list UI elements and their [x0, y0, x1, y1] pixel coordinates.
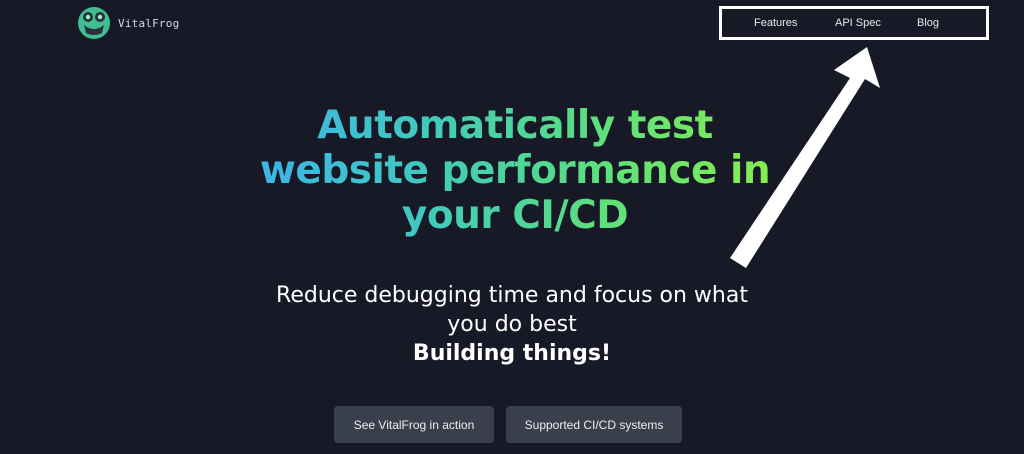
nav-link-features[interactable]: Features	[754, 17, 797, 29]
frog-logo-icon	[78, 7, 110, 39]
headline-line: Automatically test	[317, 103, 713, 148]
see-in-action-button[interactable]: See VitalFrog in action	[334, 406, 494, 443]
nav-link-api-spec[interactable]: API Spec	[835, 17, 881, 29]
supported-ci-systems-button[interactable]: Supported CI/CD systems	[506, 406, 682, 443]
headline-line: your CI/CD	[401, 193, 629, 238]
landing-page: VitalFrog Features API Spec Blog Automat…	[0, 0, 1024, 454]
hero-headline: Automatically test website performance i…	[130, 103, 900, 238]
main-navigation: Features API Spec Blog	[719, 6, 989, 40]
brand-name: VitalFrog	[118, 16, 180, 30]
subline-line: you do best	[447, 312, 577, 337]
hero-subline: Reduce debugging time and focus on what …	[212, 281, 812, 339]
hero-subline-emphasis: Building things!	[412, 341, 612, 366]
brand-home-link[interactable]: VitalFrog	[78, 7, 179, 39]
subline-line: Reduce debugging time and focus on what	[276, 283, 748, 308]
nav-link-blog[interactable]: Blog	[917, 17, 939, 29]
headline-line: website performance in	[259, 148, 771, 193]
